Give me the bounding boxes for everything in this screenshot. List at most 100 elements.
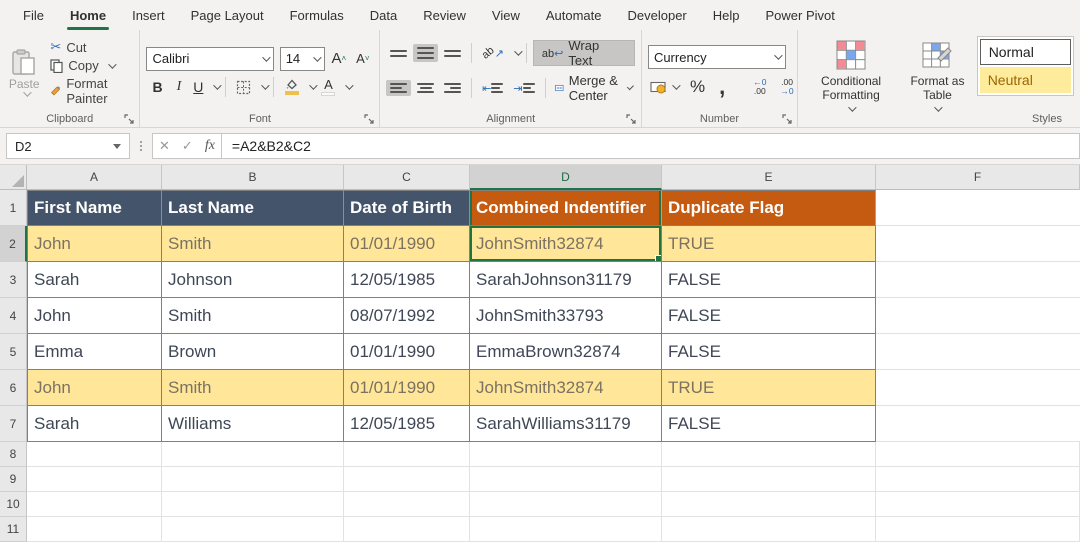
- cell-F11[interactable]: [876, 517, 1080, 542]
- cell-E11[interactable]: [662, 517, 876, 542]
- merge-center-button[interactable]: Merge & Center: [551, 71, 635, 105]
- cell-D10[interactable]: [470, 492, 662, 517]
- cell-C4[interactable]: 08/07/1992: [344, 298, 470, 334]
- font-name-combo[interactable]: Calibri: [146, 46, 274, 71]
- cell-E1[interactable]: Duplicate Flag: [662, 190, 876, 226]
- copy-button[interactable]: Copy: [50, 58, 133, 73]
- cell-D8[interactable]: [470, 442, 662, 467]
- comma-style-button[interactable]: ,: [715, 76, 729, 98]
- align-bottom-button[interactable]: [440, 47, 465, 60]
- format-painter-button[interactable]: Format Painter: [50, 76, 133, 106]
- row-header-5[interactable]: 5: [0, 334, 27, 370]
- tab-insert[interactable]: Insert: [119, 2, 178, 30]
- cell-D6[interactable]: JohnSmith32874: [470, 370, 662, 406]
- tab-power-pivot[interactable]: Power Pivot: [753, 2, 848, 30]
- cell-E8[interactable]: [662, 442, 876, 467]
- cell-B8[interactable]: [162, 442, 344, 467]
- align-right-button[interactable]: [440, 80, 465, 96]
- paste-button[interactable]: Paste: [6, 34, 42, 111]
- cell-B10[interactable]: [162, 492, 344, 517]
- insert-function-button[interactable]: fx: [205, 138, 215, 154]
- cell-E2[interactable]: TRUE: [662, 226, 876, 262]
- cell-A8[interactable]: [27, 442, 162, 467]
- align-center-button[interactable]: [413, 80, 438, 96]
- column-header-F[interactable]: F: [876, 165, 1080, 190]
- cell-F5[interactable]: [876, 334, 1080, 370]
- cell-B6[interactable]: Smith: [162, 370, 344, 406]
- cell-F4[interactable]: [876, 298, 1080, 334]
- cell-A6[interactable]: John: [27, 370, 162, 406]
- cell-C11[interactable]: [344, 517, 470, 542]
- italic-button[interactable]: I: [171, 77, 188, 97]
- cell-E10[interactable]: [662, 492, 876, 517]
- cell-A5[interactable]: Emma: [27, 334, 162, 370]
- cell-B7[interactable]: Williams: [162, 406, 344, 442]
- cell-E9[interactable]: [662, 467, 876, 492]
- row-header-6[interactable]: 6: [0, 370, 27, 406]
- cell-F7[interactable]: [876, 406, 1080, 442]
- cell-D3[interactable]: SarahJohnson31179: [470, 262, 662, 298]
- tab-help[interactable]: Help: [700, 2, 753, 30]
- cell-style-normal[interactable]: Normal: [979, 39, 1071, 65]
- cell-style-neutral[interactable]: Neutral: [979, 67, 1071, 93]
- cell-F6[interactable]: [876, 370, 1080, 406]
- cell-E5[interactable]: FALSE: [662, 334, 876, 370]
- cell-E7[interactable]: FALSE: [662, 406, 876, 442]
- tab-automate[interactable]: Automate: [533, 2, 615, 30]
- cell-F10[interactable]: [876, 492, 1080, 517]
- cell-C3[interactable]: 12/05/1985: [344, 262, 470, 298]
- tab-file[interactable]: File: [10, 2, 57, 30]
- cell-C8[interactable]: [344, 442, 470, 467]
- cell-F1[interactable]: [876, 190, 1080, 226]
- cell-A4[interactable]: John: [27, 298, 162, 334]
- fill-color-button[interactable]: [280, 76, 303, 98]
- cell-E6[interactable]: TRUE: [662, 370, 876, 406]
- cell-C5[interactable]: 01/01/1990: [344, 334, 470, 370]
- shrink-font-button[interactable]: A ˅: [352, 49, 373, 68]
- cell-C10[interactable]: [344, 492, 470, 517]
- bold-button[interactable]: B: [146, 77, 168, 97]
- enter-button[interactable]: ✓: [182, 138, 193, 154]
- cell-C9[interactable]: [344, 467, 470, 492]
- format-as-table-button[interactable]: Format as Table: [902, 36, 972, 116]
- font-size-combo[interactable]: 14: [279, 46, 326, 71]
- tab-home[interactable]: Home: [57, 2, 119, 30]
- font-color-button[interactable]: A: [317, 76, 339, 99]
- cell-D9[interactable]: [470, 467, 662, 492]
- tab-review[interactable]: Review: [410, 2, 479, 30]
- cell-D11[interactable]: [470, 517, 662, 542]
- column-header-E[interactable]: E: [662, 165, 876, 190]
- number-format-combo[interactable]: Currency: [647, 45, 786, 69]
- column-header-A[interactable]: A: [27, 165, 162, 190]
- font-dialog-launcher[interactable]: [364, 114, 375, 125]
- cell-B9[interactable]: [162, 467, 344, 492]
- cell-B11[interactable]: [162, 517, 344, 542]
- cell-C7[interactable]: 12/05/1985: [344, 406, 470, 442]
- cell-C6[interactable]: 01/01/1990: [344, 370, 470, 406]
- conditional-formatting-button[interactable]: Conditional Formatting: [804, 36, 898, 116]
- increase-decimal-button[interactable]: ←0 .00: [749, 75, 770, 99]
- cell-D1[interactable]: Combined Indentifier: [470, 190, 662, 226]
- cell-D4[interactable]: JohnSmith33793: [470, 298, 662, 334]
- tab-data[interactable]: Data: [357, 2, 410, 30]
- formula-input[interactable]: =A2&B2&C2: [221, 133, 1080, 159]
- wrap-text-button[interactable]: ab↩ Wrap Text: [532, 38, 635, 68]
- percent-style-button[interactable]: %: [686, 74, 709, 100]
- column-header-D[interactable]: D: [470, 165, 662, 190]
- tab-formulas[interactable]: Formulas: [277, 2, 357, 30]
- borders-button[interactable]: [232, 77, 255, 98]
- cell-A1[interactable]: First Name: [27, 190, 162, 226]
- cell-A3[interactable]: Sarah: [27, 262, 162, 298]
- cell-B4[interactable]: Smith: [162, 298, 344, 334]
- tab-page-layout[interactable]: Page Layout: [178, 2, 277, 30]
- row-header-2[interactable]: 2: [0, 226, 27, 262]
- select-all-button[interactable]: [0, 165, 27, 190]
- cell-F9[interactable]: [876, 467, 1080, 492]
- cancel-button[interactable]: ✕: [159, 138, 170, 154]
- formula-bar-grip[interactable]: [140, 141, 142, 151]
- row-header-10[interactable]: 10: [0, 492, 27, 517]
- row-header-11[interactable]: 11: [0, 517, 27, 542]
- cell-B1[interactable]: Last Name: [162, 190, 344, 226]
- cell-E3[interactable]: FALSE: [662, 262, 876, 298]
- cell-A10[interactable]: [27, 492, 162, 517]
